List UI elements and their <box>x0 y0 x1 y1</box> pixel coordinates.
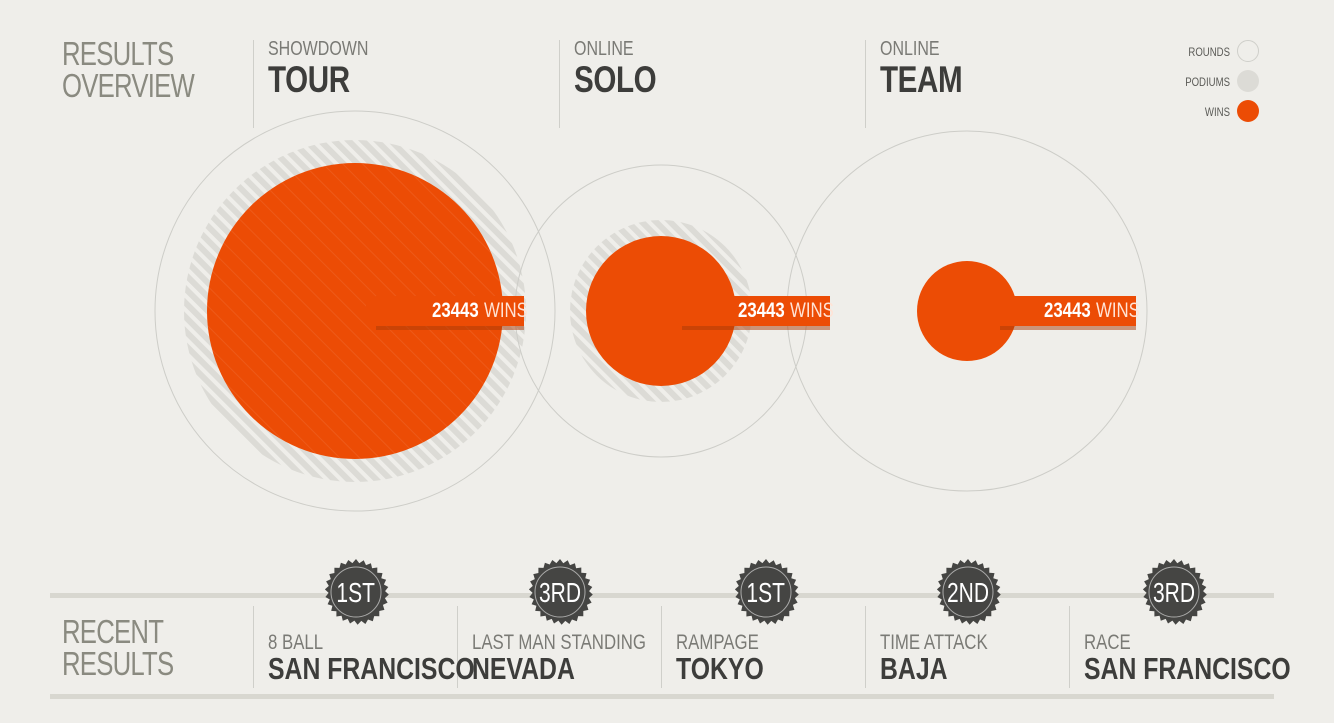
result-divider <box>865 606 866 688</box>
result-divider <box>661 606 662 688</box>
result-place-1: 1ST <box>336 577 376 608</box>
result-location-5[interactable]: SAN FRANCISCO <box>1084 651 1291 687</box>
result-place-2: 3RD <box>538 577 581 608</box>
recent-top-rail <box>50 593 1274 598</box>
result-place-5: 3RD <box>1152 577 1195 608</box>
team-wins-value: 23443 <box>1044 299 1091 322</box>
result-location-3[interactable]: TOKYO <box>676 651 764 687</box>
solo-wins-value: 23443 <box>738 299 785 322</box>
result-location-1[interactable]: SAN FRANCISCO <box>268 651 475 687</box>
tour-wins-unit: WINS <box>484 299 528 322</box>
solo-wins-label: 23443 WINS <box>738 296 834 326</box>
tour-wins-label: 23443 WINS <box>432 296 528 326</box>
team-wins-unit: WINS <box>1096 299 1140 322</box>
team-wins-label: 23443 WINS <box>1044 296 1140 326</box>
result-place-3: 1ST <box>746 577 786 608</box>
recent-results-title: RECENT RESULTS <box>62 613 174 682</box>
result-location-2[interactable]: NEVADA <box>472 651 575 687</box>
result-badge-1: 1ST <box>318 558 394 634</box>
results-circles <box>154 110 1148 512</box>
recent-results-title-line2: RESULTS <box>62 645 174 682</box>
recent-results-title-line1: RECENT <box>62 613 164 650</box>
result-divider <box>253 606 254 688</box>
solo-wins-unit: WINS <box>790 299 834 322</box>
tour-wins-value: 23443 <box>432 299 479 322</box>
result-place-4: 2ND <box>946 577 989 608</box>
result-divider <box>1069 606 1070 688</box>
result-badge-5: 3RD <box>1136 558 1212 634</box>
result-badge-3: 1ST <box>728 558 804 634</box>
result-location-4[interactable]: BAJA <box>880 651 948 687</box>
result-badge-4: 2ND <box>930 558 1006 634</box>
result-badge-2: 3RD <box>522 558 598 634</box>
recent-bottom-rail <box>50 694 1274 699</box>
